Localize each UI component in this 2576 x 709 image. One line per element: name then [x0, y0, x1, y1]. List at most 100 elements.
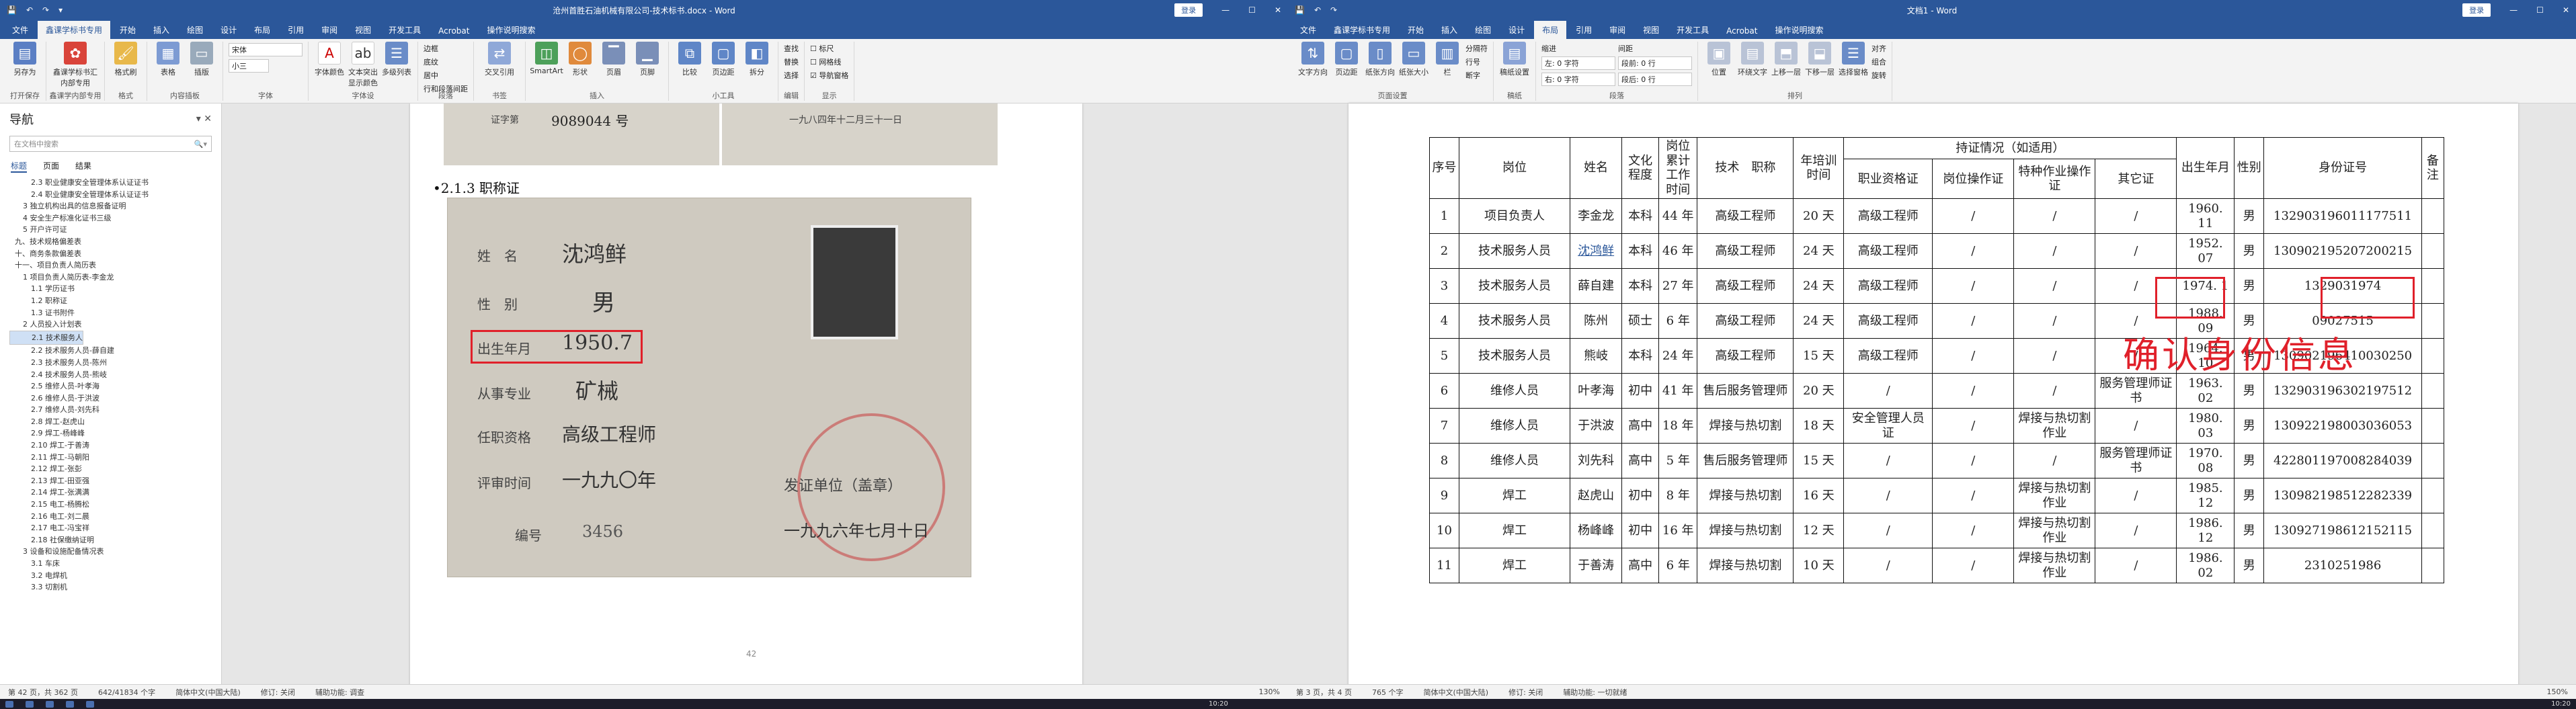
tab-3[interactable]: 插入 [145, 21, 177, 39]
table-cell[interactable]: 男 [2234, 233, 2265, 269]
table-cell[interactable]: 8 年 [1658, 478, 1698, 514]
minimize-icon[interactable]: — [2509, 5, 2518, 15]
table-cell[interactable]: 初中 [1621, 478, 1660, 514]
page-count[interactable]: 第 42 页，共 362 页 [8, 687, 78, 698]
table-cell[interactable]: 焊接与热切割作业 [2013, 408, 2096, 444]
table-cell[interactable]: 男 [2234, 548, 2265, 584]
table-cell[interactable]: 130927198612152115 [2263, 513, 2422, 549]
table-cell[interactable]: 硕士 [1621, 303, 1660, 339]
accessibility[interactable]: 辅助功能: 一切就绪 [1563, 687, 1627, 698]
table-cell[interactable]: 初中 [1621, 513, 1660, 549]
table-cell[interactable]: 售后服务管理师 [1697, 443, 1794, 479]
nav-item[interactable]: 2.15 电工-杨腾松 [9, 499, 212, 511]
line-numbers-button[interactable]: 行号 [1465, 56, 1488, 67]
table-cell[interactable]: / [2095, 548, 2177, 584]
table-cell[interactable]: / [1932, 338, 2015, 374]
save-icon[interactable]: 💾 [1295, 5, 1305, 15]
table-cell[interactable]: 刘先科 [1570, 443, 1623, 479]
table-cell[interactable]: 焊接与热切割作业 [2013, 513, 2096, 549]
tab-12[interactable]: 操作说明搜索 [479, 21, 543, 39]
table-cell[interactable]: 27 年 [1658, 268, 1698, 304]
table-cell[interactable]: 16 年 [1658, 513, 1698, 549]
table-cell[interactable]: 46 年 [1658, 233, 1698, 269]
accessibility[interactable]: 辅助功能: 调查 [315, 687, 364, 698]
table-cell[interactable]: 焊接与热切割作业 [2013, 548, 2096, 584]
ruler-checkbox[interactable]: ☐ 标尺 [810, 43, 848, 54]
table-cell[interactable]: / [1843, 373, 1933, 409]
word-count[interactable]: 642/41834 个字 [98, 687, 155, 698]
table-cell[interactable]: 焊接与热切割 [1697, 478, 1794, 514]
table-cell[interactable]: 男 [2234, 443, 2265, 479]
table-cell[interactable]: 赵虎山 [1570, 478, 1623, 514]
table-cell[interactable]: / [2095, 233, 2177, 269]
table-cell[interactable]: / [1843, 513, 1933, 549]
tab-6[interactable]: 布局 [246, 21, 278, 39]
nav-item[interactable]: 2.1 技术服务人员-沈鸿鲜 [9, 330, 83, 345]
table-cell[interactable]: 1980. 03 [2176, 408, 2235, 444]
nav-item[interactable]: 2.3 职业健康安全管理体系认证证书 [9, 177, 212, 189]
table-cell[interactable]: 沈鸿鲜 [1570, 233, 1623, 269]
table-cell[interactable]: 高级工程师 [1843, 303, 1933, 339]
tab-5[interactable]: 设计 [1500, 21, 1533, 39]
tab-0[interactable]: 文件 [1292, 21, 1325, 39]
table-cell[interactable] [2421, 373, 2445, 409]
table-cell[interactable] [2421, 478, 2445, 514]
nav-item[interactable]: 3.1 车床 [9, 558, 212, 570]
tab-9[interactable]: 视图 [1635, 21, 1667, 39]
table-cell[interactable]: 杨峰峰 [1570, 513, 1623, 549]
group-button[interactable]: 组合 [1871, 56, 1886, 67]
table-cell[interactable]: / [1932, 408, 2015, 444]
tab-11[interactable]: Acrobat [430, 23, 477, 39]
align-button[interactable]: 对齐 [1871, 43, 1886, 54]
tab-2[interactable]: 开始 [112, 21, 144, 39]
save-icon[interactable]: 💾 [7, 5, 17, 15]
table-cell[interactable]: 1963. 02 [2176, 373, 2235, 409]
table-cell[interactable]: 焊接与热切割 [1697, 408, 1794, 444]
nav-item[interactable]: 2.7 维修人员-刘先科 [9, 404, 212, 416]
table-cell[interactable]: 本科 [1621, 268, 1660, 304]
table-cell[interactable]: / [1932, 443, 2015, 479]
find-button[interactable]: 查找 [784, 43, 799, 54]
table-cell[interactable]: 1 [1428, 198, 1460, 235]
table-cell[interactable]: 本科 [1621, 198, 1660, 235]
table-cell[interactable]: 技术服务人员 [1459, 268, 1571, 304]
sign-in-button[interactable]: 登录 [1174, 3, 1203, 17]
table-cell[interactable]: 4 [1428, 303, 1460, 339]
border-button[interactable]: 边框 [424, 43, 468, 54]
tab-10[interactable]: 开发工具 [1668, 21, 1717, 39]
table-cell[interactable]: 6 年 [1658, 303, 1698, 339]
table-cell[interactable]: 130922198003036053 [2263, 408, 2422, 444]
table-cell[interactable]: 高中 [1621, 408, 1660, 444]
nav-item[interactable]: 2.4 职业健康安全管理体系认证证书 [9, 189, 212, 201]
track-changes[interactable]: 修订: 关闭 [1508, 687, 1543, 698]
start-icon[interactable] [5, 700, 13, 708]
table-cell[interactable]: 男 [2234, 268, 2265, 304]
indent-right-input[interactable]: 右: 0 字符 [1541, 73, 1615, 86]
nav-item[interactable]: 2.3 技术服务人员-陈州 [9, 357, 212, 369]
table-cell[interactable]: 技术服务人员 [1459, 338, 1571, 374]
table-cell[interactable]: 高级工程师 [1697, 233, 1794, 269]
table-cell[interactable]: 422801197008284039 [2263, 443, 2422, 479]
tab-4[interactable]: 绘图 [1467, 21, 1499, 39]
table-cell[interactable]: 1970. 08 [2176, 443, 2235, 479]
language[interactable]: 简体中文(中国大陆) [175, 687, 241, 698]
table-cell[interactable]: 高级工程师 [1843, 233, 1933, 269]
track-changes[interactable]: 修订: 关闭 [261, 687, 295, 698]
table-cell[interactable]: / [1932, 548, 2015, 584]
table-cell[interactable]: 24 天 [1793, 233, 1845, 269]
tab-7[interactable]: 引用 [280, 21, 312, 39]
table-cell[interactable]: 44 年 [1658, 198, 1698, 235]
nav-item[interactable]: 3.3 切割机 [9, 581, 212, 593]
table-cell[interactable] [2421, 198, 2445, 235]
nav-item[interactable]: 1.1 学历证书 [9, 283, 212, 295]
table-cell[interactable]: 于洪波 [1570, 408, 1623, 444]
nav-item[interactable]: 3.2 电焊机 [9, 570, 212, 582]
table-cell[interactable]: 陈州 [1570, 303, 1623, 339]
table-cell[interactable]: 维修人员 [1459, 443, 1571, 479]
customize-icon[interactable]: ▾ [58, 5, 63, 15]
table-cell[interactable]: / [2013, 338, 2096, 374]
nav-item[interactable]: 2.5 维修人员-叶孝海 [9, 380, 212, 392]
table-cell[interactable]: 焊工 [1459, 478, 1571, 514]
table-cell[interactable]: 售后服务管理师 [1697, 373, 1794, 409]
table-cell[interactable]: 130982198512282339 [2263, 478, 2422, 514]
